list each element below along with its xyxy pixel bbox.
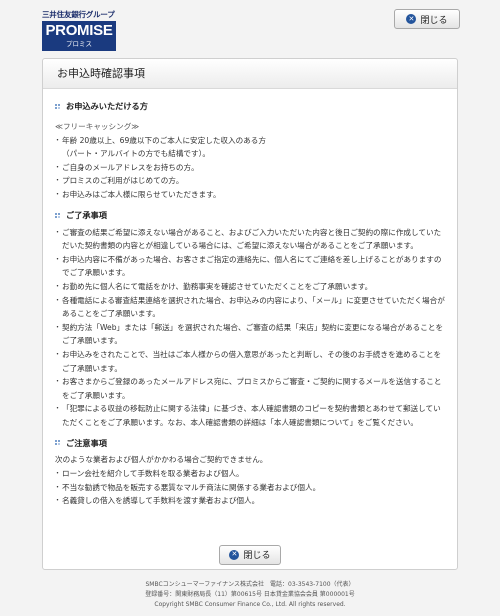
bullet-square-icon (55, 212, 61, 219)
footer-registration: 登録番号：関東財務局長（11）第00615号 日本貸金業協会会員 第000001… (145, 591, 355, 598)
close-button-bottom[interactable]: ✕ 閉じる (219, 544, 281, 565)
footer-copyright: Copyright SMBC Consumer Finance Co., Ltd… (154, 601, 346, 608)
section-title-text: お申込みいただける方 (66, 101, 148, 112)
list-item: 年齢 20歳以上、69歳以下のご本人に安定した収入のある方（パート・アルバイトの… (54, 134, 445, 161)
close-button-top[interactable]: ✕ 閉じる (394, 9, 460, 29)
footer-company: SMBCコンシューマーファイナンス株式会社 電話：03-3543-7100（代表… (145, 581, 355, 588)
panel-title: お申込時確認事項 (43, 59, 457, 89)
eligible-list: 年齢 20歳以上、69歳以下のご本人に安定した収入のある方（パート・アルバイトの… (54, 134, 445, 202)
logo-brand: PROMISE (45, 22, 113, 39)
list-item: 契約方法「Web」または「郵送」を選択された場合、ご審査の結果「来店」契約に変更… (54, 321, 445, 348)
section-notice: ご注意事項 次のような業者および個人がかかわる場合ご契約できません。 ローン会社… (54, 436, 445, 508)
panel-content: お申込みいただける方 ≪フリーキャッシング≫ 年齢 20歳以上、69歳以下のご本… (43, 89, 457, 508)
close-button-label: 閉じる (243, 551, 271, 561)
list-item: 不当な勧誘で物品を販売する悪質なマルチ商法に関係する業者および個人。 (54, 481, 445, 495)
list-item: プロミスのご利用がはじめての方。 (54, 174, 445, 188)
list-item: 各種電話による審査結果連絡を選択された場合、お申込みの内容により、「メール」に変… (54, 294, 445, 321)
list-item: ご自身のメールアドレスをお持ちの方。 (54, 161, 445, 175)
section-title: ご了承事項 (55, 209, 445, 223)
list-item: お申込みをされたことで、当社はご本人様からの借入意思があったと判断し、その後のお… (54, 348, 445, 375)
list-item: ご審査の結果ご希望に添えない場合があること、およびご入力いただいた内容と後日ご契… (54, 226, 445, 253)
notice-list: ローン会社を紹介して手数料を取る業者および個人。 不当な勧誘で物品を販売する悪質… (54, 467, 445, 508)
notice-intro: 次のような業者および個人がかかわる場合ご契約できません。 (55, 455, 268, 465)
free-cashing-heading: ≪フリーキャッシング≫ (55, 122, 140, 131)
section-title-text: ご了承事項 (66, 209, 107, 220)
list-item: お申込みはご本人様に限らせていただきます。 (54, 188, 445, 202)
list-item-text: 年齢 20歳以上、69歳以下のご本人に安定した収入のある方 （パート・アルバイトの… (62, 135, 266, 159)
logo-brand-sub: プロミス (66, 40, 92, 48)
section-consent: ご了承事項 ご審査の結果ご希望に添えない場合があること、およびご入力いただいた内… (54, 209, 445, 430)
list-item: ローン会社を紹介して手数料を取る業者および個人。 (54, 467, 445, 481)
confirmation-panel: お申込時確認事項 お申込みいただける方 ≪フリーキャッシング≫ 年齢 20歳以上… (42, 58, 458, 570)
footer: SMBCコンシューマーファイナンス株式会社 電話：03-3543-7100（代表… (0, 580, 500, 610)
list-item: お客さまからご登録のあったメールアドレス宛に、プロミスからご審査・ご契約に関する… (54, 375, 445, 402)
header: 三井住友銀行グループ PROMISE プロミス ✕ 閉じる (0, 0, 500, 56)
close-button-label: 閉じる (420, 15, 448, 26)
section-eligible: お申込みいただける方 ≪フリーキャッシング≫ 年齢 20歳以上、69歳以下のご本… (54, 100, 445, 202)
close-icon: ✕ (229, 549, 240, 560)
list-item: お申込内容に不備があった場合、お客さまご指定の連絡先に、個人名にてご連絡を差し上… (54, 253, 445, 280)
bullet-square-icon (55, 104, 61, 110)
close-bottom-wrap: ✕ 閉じる (43, 541, 457, 565)
section-title-text: ご注意事項 (66, 437, 107, 448)
list-item: 「犯罪による収益の移転防止に関する法律」に基づき、本人確認書類のコピーを契約書類… (54, 402, 445, 429)
section-title: お申込みいただける方 (55, 100, 445, 114)
list-item: お勤め先に個人名にて電話をかけ、勤務事実を確認させていただくことをご了承願います… (54, 280, 445, 294)
logo-box: PROMISE プロミス (42, 21, 116, 51)
list-item: 名義貸しの借入を誘導して手数料を渡す業者および個人。 (54, 494, 445, 508)
promise-logo[interactable]: 三井住友銀行グループ PROMISE プロミス (42, 10, 116, 52)
logo-group-text: 三井住友銀行グループ (42, 10, 115, 19)
close-icon: ✕ (406, 14, 417, 24)
bullet-square-icon (55, 440, 61, 446)
consent-list: ご審査の結果ご希望に添えない場合があること、およびご入力いただいた内容と後日ご契… (54, 226, 445, 430)
section-title: ご注意事項 (55, 436, 445, 450)
